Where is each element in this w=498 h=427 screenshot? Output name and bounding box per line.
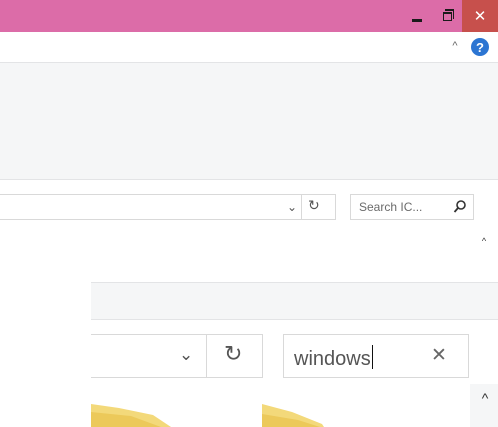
- address-dropdown-chevron-icon[interactable]: ⌄: [287, 200, 297, 214]
- minimize-button[interactable]: [402, 0, 432, 32]
- search-input[interactable]: Search IC...: [350, 194, 474, 220]
- zoomed-ribbon-strip: [91, 282, 498, 320]
- ribbon-tab-row: [0, 32, 498, 62]
- minimize-icon: [412, 18, 422, 22]
- address-bar-zoomed[interactable]: ⌄ ↻: [91, 334, 263, 378]
- address-divider: [301, 195, 302, 219]
- clear-search-icon[interactable]: ✕: [431, 344, 447, 367]
- search-value: windows: [294, 345, 373, 371]
- ribbon-panel: [0, 62, 498, 180]
- search-input-zoomed[interactable]: windows ✕: [283, 334, 469, 378]
- close-icon: ✕: [473, 8, 487, 25]
- folder-icon[interactable]: [91, 404, 171, 427]
- text-caret: [371, 345, 373, 369]
- folder-icon[interactable]: [262, 404, 342, 427]
- scroll-up-icon[interactable]: ^: [476, 388, 494, 408]
- window-title-bar[interactable]: ✕: [0, 0, 498, 32]
- help-icon[interactable]: ?: [471, 38, 489, 56]
- address-bar[interactable]: ⌄ ↻: [0, 194, 336, 220]
- collapse-ribbon-button[interactable]: ^: [448, 37, 462, 55]
- address-dropdown-chevron-icon[interactable]: ⌄: [179, 345, 193, 365]
- refresh-icon[interactable]: ↻: [308, 197, 320, 214]
- search-placeholder: Search IC...: [359, 200, 423, 214]
- close-button[interactable]: ✕: [462, 0, 498, 32]
- refresh-icon[interactable]: ↻: [224, 341, 242, 367]
- restore-button[interactable]: [432, 0, 462, 32]
- search-icon[interactable]: [453, 198, 467, 216]
- restore-icon: [442, 8, 454, 21]
- address-divider: [206, 335, 207, 377]
- scroll-up-icon[interactable]: ^: [478, 234, 490, 248]
